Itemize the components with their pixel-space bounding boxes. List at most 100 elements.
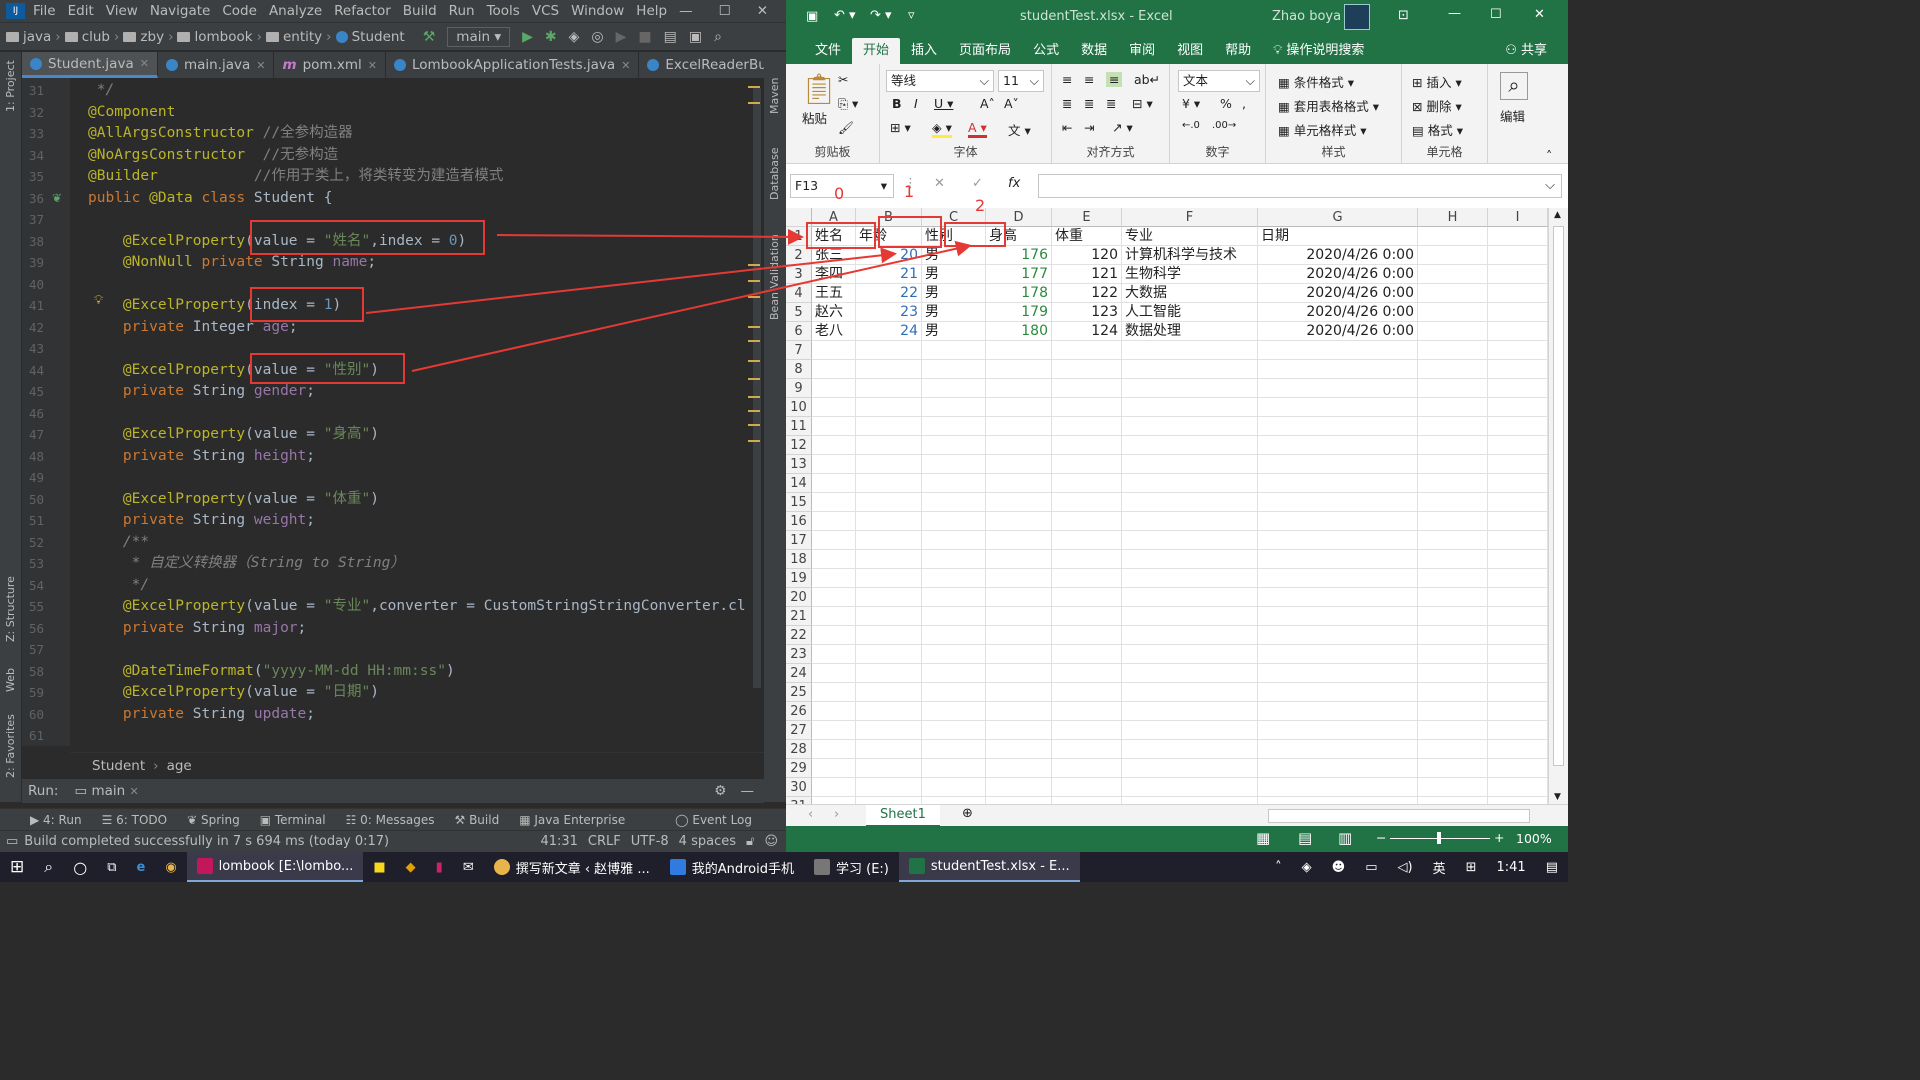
bold-icon[interactable]: B <box>892 96 902 111</box>
profile-icon[interactable]: ◎ <box>591 29 603 45</box>
cell[interactable] <box>1488 740 1548 759</box>
tool-messages[interactable]: ☷ 0: Messages <box>346 813 435 827</box>
row-header[interactable]: 7 <box>786 341 812 360</box>
cell[interactable] <box>1122 341 1258 360</box>
cell[interactable] <box>986 436 1052 455</box>
menu-help[interactable]: Help <box>636 3 667 19</box>
taskbar-android[interactable]: 我的Android手机 <box>660 852 804 882</box>
row-header[interactable]: 18 <box>786 550 812 569</box>
quick-access-customize-icon[interactable]: ▿ <box>908 8 915 23</box>
resume-icon[interactable]: ▶ <box>616 29 627 45</box>
run-configuration-select[interactable]: main ▾ <box>447 26 511 47</box>
cell[interactable] <box>986 740 1052 759</box>
hide-icon[interactable]: — <box>741 783 755 799</box>
warning-marker[interactable] <box>748 396 760 398</box>
cell[interactable] <box>1488 626 1548 645</box>
cell[interactable] <box>986 645 1052 664</box>
copy-icon[interactable]: ⎘ ▾ <box>838 96 858 112</box>
cell[interactable] <box>1052 626 1122 645</box>
hammer-build-icon[interactable]: ⚒ <box>423 29 436 45</box>
column-header[interactable]: E <box>1052 208 1122 227</box>
merge-center-icon[interactable]: ⊟ ▾ <box>1132 96 1153 111</box>
vertical-scrollbar[interactable]: ▲ ▼ <box>1548 208 1568 804</box>
inspector-icon[interactable]: ☺ <box>764 834 778 849</box>
tool-web[interactable]: Web <box>4 668 17 692</box>
row-header[interactable]: 31 <box>786 797 812 804</box>
cell[interactable] <box>986 664 1052 683</box>
tray-app-icon[interactable]: ◈ <box>1292 852 1322 882</box>
code-line[interactable]: @Builder //作用于类上，将类转变为建造者模式 <box>88 166 503 188</box>
file-encoding[interactable]: UTF-8 <box>631 834 669 849</box>
cell[interactable] <box>856 455 922 474</box>
collapse-ribbon-icon[interactable]: ˄ <box>1546 148 1552 163</box>
cell[interactable]: 日期 <box>1258 227 1418 246</box>
close-tab-icon[interactable]: ✕ <box>130 785 139 798</box>
row-header[interactable]: 28 <box>786 740 812 759</box>
cell[interactable] <box>1488 398 1548 417</box>
cell[interactable] <box>812 436 856 455</box>
spreadsheet-grid[interactable]: A B C D E F G H I 1 姓名 年龄 性别 身高 体重 专业 日期 2 张三 20 男 176 120 计算机科… <box>786 208 1548 804</box>
align-top-icon[interactable]: ≡ <box>1062 72 1072 87</box>
cell[interactable] <box>1052 360 1122 379</box>
cell[interactable] <box>1052 436 1122 455</box>
cell[interactable] <box>812 626 856 645</box>
row-header[interactable]: 30 <box>786 778 812 797</box>
cell[interactable] <box>1418 398 1488 417</box>
sticky-notes-icon[interactable]: ■ <box>363 852 395 882</box>
code-line[interactable]: private String major; <box>88 618 306 640</box>
cell[interactable]: 男 <box>922 265 986 284</box>
zoom-level[interactable]: 100% <box>1516 831 1552 846</box>
cell[interactable]: 王五 <box>812 284 856 303</box>
prev-sheet-icon[interactable]: ‹ <box>808 807 813 822</box>
cell[interactable] <box>1052 417 1122 436</box>
cell[interactable] <box>1258 512 1418 531</box>
fill-color-icon[interactable]: ◈ ▾ <box>932 120 952 138</box>
cell[interactable] <box>1122 721 1258 740</box>
task-view-icon[interactable]: ⧉ <box>97 852 126 882</box>
cell[interactable] <box>1488 569 1548 588</box>
cell[interactable] <box>1122 360 1258 379</box>
tool-spring[interactable]: ❦ Spring <box>187 813 240 827</box>
cell[interactable] <box>986 550 1052 569</box>
cell[interactable] <box>986 759 1052 778</box>
cell[interactable] <box>922 360 986 379</box>
cell[interactable] <box>1122 588 1258 607</box>
formula-input[interactable]: ⌵ <box>1038 174 1562 198</box>
code-line[interactable]: private String height; <box>88 446 315 468</box>
row-header[interactable]: 26 <box>786 702 812 721</box>
cell[interactable] <box>1122 683 1258 702</box>
column-header[interactable]: G <box>1258 208 1418 227</box>
code-line[interactable]: @Component <box>88 102 175 124</box>
cell[interactable] <box>1488 455 1548 474</box>
crumb-entity[interactable]: entity › <box>265 29 332 45</box>
cell[interactable] <box>922 569 986 588</box>
cell[interactable] <box>1052 759 1122 778</box>
cell[interactable] <box>1418 721 1488 740</box>
cell[interactable]: 176 <box>986 246 1052 265</box>
tab-pom-xml[interactable]: m pom.xml ✕ <box>274 52 386 78</box>
code-line[interactable]: @NonNull private String name; <box>88 252 376 274</box>
tool-run[interactable]: ▶ 4: Run <box>30 813 82 827</box>
cell[interactable] <box>1258 607 1418 626</box>
decrease-indent-icon[interactable]: ⇤ <box>1062 120 1072 135</box>
cell[interactable] <box>1122 398 1258 417</box>
cell[interactable] <box>1052 569 1122 588</box>
cell[interactable] <box>856 683 922 702</box>
cell[interactable] <box>1122 436 1258 455</box>
cell[interactable] <box>1052 341 1122 360</box>
cell[interactable] <box>1488 322 1548 341</box>
cell[interactable] <box>1122 417 1258 436</box>
cortana-icon[interactable]: ○ <box>63 852 97 882</box>
cell[interactable] <box>1488 474 1548 493</box>
zoom-slider-thumb[interactable] <box>1437 832 1441 844</box>
cell[interactable] <box>1052 531 1122 550</box>
cell[interactable] <box>1122 455 1258 474</box>
cell[interactable] <box>1122 493 1258 512</box>
cell[interactable] <box>922 607 986 626</box>
warning-marker[interactable] <box>748 280 760 282</box>
cell[interactable] <box>986 607 1052 626</box>
cell[interactable] <box>856 645 922 664</box>
cell[interactable] <box>922 645 986 664</box>
align-right-icon[interactable]: ≣ <box>1106 96 1116 111</box>
taskbar-explorer[interactable]: 学习 (E:) <box>804 852 899 882</box>
